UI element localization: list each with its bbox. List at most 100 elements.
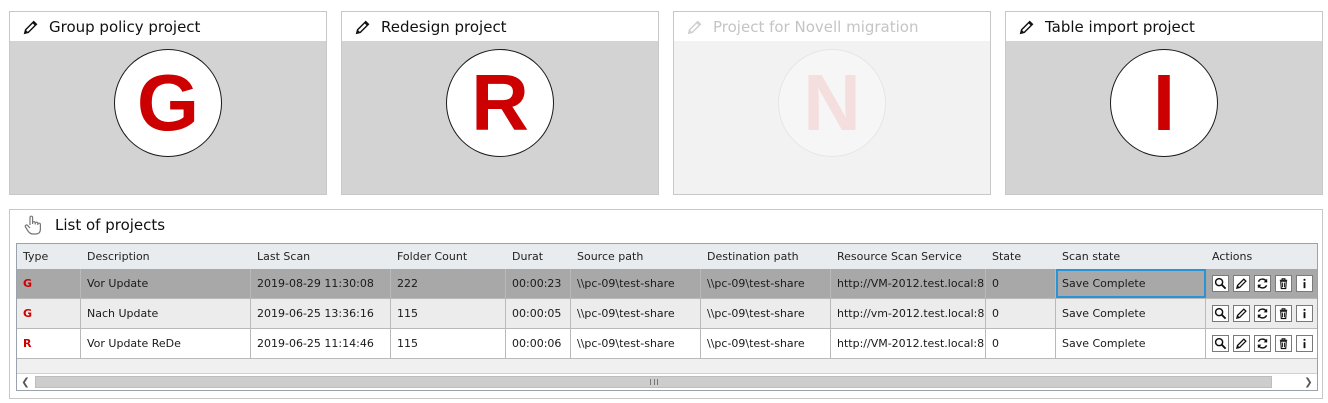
column-header-duration[interactable]: Durat bbox=[506, 244, 571, 269]
card-header: Redesign project bbox=[342, 12, 658, 41]
view-button[interactable] bbox=[1212, 305, 1229, 322]
destination-path-cell: \\pc-09\test-share bbox=[701, 299, 831, 328]
last-scan-cell: 2019-06-25 11:14:46 bbox=[251, 329, 391, 358]
scroll-right-button[interactable]: ❯ bbox=[1300, 374, 1317, 390]
info-button[interactable] bbox=[1296, 305, 1313, 322]
hand-pointer-icon bbox=[24, 215, 41, 235]
delete-button[interactable] bbox=[1275, 305, 1292, 322]
actions-cell bbox=[1206, 269, 1318, 298]
chevron-right-icon: ❯ bbox=[1304, 376, 1313, 388]
column-header-type[interactable]: Type bbox=[17, 244, 81, 269]
column-header-state[interactable]: State bbox=[986, 244, 1056, 269]
table-header: Type Description Last Scan Folder Count … bbox=[17, 244, 1317, 269]
delete-button[interactable] bbox=[1275, 275, 1292, 292]
edit-button[interactable] bbox=[1233, 335, 1250, 352]
folder-count-cell: 115 bbox=[391, 299, 506, 328]
project-card-novell-migration: Project for Novell migration N bbox=[673, 11, 991, 195]
last-scan-cell: 2019-06-25 13:36:16 bbox=[251, 299, 391, 328]
card-header: Project for Novell migration bbox=[674, 12, 990, 41]
edit-button[interactable] bbox=[1233, 275, 1250, 292]
folder-count-cell: 222 bbox=[391, 269, 506, 298]
state-cell: 0 bbox=[986, 329, 1056, 358]
pencil-icon[interactable] bbox=[1018, 18, 1036, 36]
scan-state-cell: Save Complete bbox=[1056, 299, 1206, 328]
chevron-left-icon: ❮ bbox=[21, 376, 30, 388]
refresh-icon bbox=[1257, 338, 1268, 349]
project-letter-badge: R bbox=[446, 49, 554, 157]
actions-cell bbox=[1206, 299, 1318, 328]
delete-button[interactable] bbox=[1275, 335, 1292, 352]
scan-state-cell[interactable]: Save Complete bbox=[1056, 269, 1206, 298]
scan-state-cell: Save Complete bbox=[1056, 329, 1206, 358]
source-path-cell: \\pc-09\test-share bbox=[571, 329, 701, 358]
project-letter-badge: N bbox=[778, 49, 886, 157]
horizontal-scrollbar[interactable]: ❮ ❯ bbox=[17, 373, 1317, 390]
state-cell: 0 bbox=[986, 299, 1056, 328]
card-body[interactable]: G bbox=[10, 41, 326, 194]
duration-cell: 00:00:05 bbox=[506, 299, 571, 328]
view-button[interactable] bbox=[1212, 335, 1229, 352]
pencil-icon[interactable] bbox=[354, 18, 372, 36]
state-cell: 0 bbox=[986, 269, 1056, 298]
info-icon bbox=[1303, 308, 1306, 319]
project-card-group-policy[interactable]: Group policy project G bbox=[9, 11, 327, 195]
card-header: Table import project bbox=[1006, 12, 1322, 41]
pencil-icon[interactable] bbox=[22, 18, 40, 36]
project-card-table-import[interactable]: Table import project I bbox=[1005, 11, 1323, 195]
card-title: Project for Novell migration bbox=[713, 17, 919, 36]
pencil-icon bbox=[1235, 278, 1247, 290]
scroll-left-button[interactable]: ❮ bbox=[17, 374, 34, 390]
card-body[interactable]: R bbox=[342, 41, 658, 194]
pencil-icon bbox=[687, 20, 702, 34]
source-path-cell: \\pc-09\test-share bbox=[571, 269, 701, 298]
magnifier-icon bbox=[1214, 277, 1227, 290]
table-row[interactable]: G Vor Update 2019-08-29 11:30:08 222 00:… bbox=[17, 269, 1317, 299]
source-path-cell: \\pc-09\test-share bbox=[571, 299, 701, 328]
trash-icon bbox=[1279, 338, 1288, 350]
refresh-icon bbox=[1257, 278, 1268, 289]
duration-cell: 00:00:06 bbox=[506, 329, 571, 358]
column-header-destination-path[interactable]: Destination path bbox=[701, 244, 831, 269]
list-header: List of projects bbox=[10, 210, 1322, 240]
card-title: Group policy project bbox=[49, 17, 201, 36]
rescan-button[interactable] bbox=[1254, 305, 1271, 322]
card-body[interactable]: I bbox=[1006, 41, 1322, 194]
card-header: Group policy project bbox=[10, 12, 326, 41]
trash-icon bbox=[1279, 308, 1288, 320]
type-cell: R bbox=[17, 329, 81, 358]
rescan-button[interactable] bbox=[1254, 335, 1271, 352]
column-header-source-path[interactable]: Source path bbox=[571, 244, 701, 269]
projects-table[interactable]: Type Description Last Scan Folder Count … bbox=[16, 243, 1318, 391]
table-row[interactable]: R Vor Update ReDe 2019-06-25 11:14:46 11… bbox=[17, 329, 1317, 359]
description-cell: Nach Update bbox=[81, 299, 251, 328]
column-header-scan-state[interactable]: Scan state bbox=[1056, 244, 1206, 269]
project-letter-badge: G bbox=[114, 49, 222, 157]
destination-path-cell: \\pc-09\test-share bbox=[701, 329, 831, 358]
column-header-description[interactable]: Description bbox=[81, 244, 251, 269]
column-header-resource-scan-service[interactable]: Resource Scan Service bbox=[831, 244, 986, 269]
resource-scan-service-cell: http://vm-2012.test.local:8 bbox=[831, 299, 986, 328]
project-card-redesign[interactable]: Redesign project R bbox=[341, 11, 659, 195]
grip-icon bbox=[649, 379, 658, 385]
refresh-icon bbox=[1257, 308, 1268, 319]
description-cell: Vor Update bbox=[81, 269, 251, 298]
trash-icon bbox=[1279, 278, 1288, 290]
card-title: Redesign project bbox=[381, 17, 507, 36]
project-letter-badge: I bbox=[1110, 49, 1218, 157]
edit-button[interactable] bbox=[1233, 305, 1250, 322]
info-button[interactable] bbox=[1296, 335, 1313, 352]
column-header-last-scan[interactable]: Last Scan bbox=[251, 244, 391, 269]
scrollbar-thumb[interactable] bbox=[35, 376, 1272, 388]
type-cell: G bbox=[17, 269, 81, 298]
info-button[interactable] bbox=[1296, 275, 1313, 292]
resource-scan-service-cell: http://VM-2012.test.local:8 bbox=[831, 269, 986, 298]
type-cell: G bbox=[17, 299, 81, 328]
project-list-panel: List of projects Type Description Last S… bbox=[9, 209, 1323, 399]
table-row[interactable]: G Nach Update 2019-06-25 13:36:16 115 00… bbox=[17, 299, 1317, 329]
view-button[interactable] bbox=[1212, 275, 1229, 292]
rescan-button[interactable] bbox=[1254, 275, 1271, 292]
column-header-folder-count[interactable]: Folder Count bbox=[391, 244, 506, 269]
info-icon bbox=[1303, 278, 1306, 289]
info-icon bbox=[1303, 338, 1306, 349]
last-scan-cell: 2019-08-29 11:30:08 bbox=[251, 269, 391, 298]
